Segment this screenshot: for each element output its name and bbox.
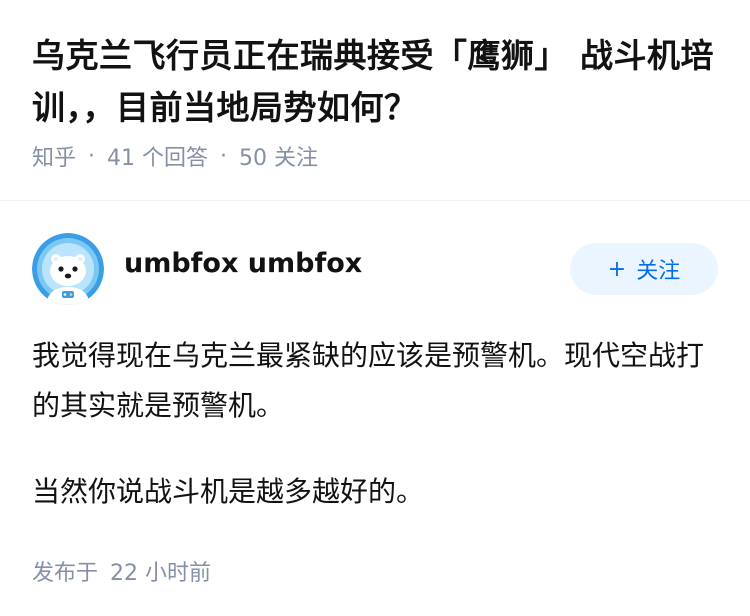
meta-separator: · [220,143,228,169]
answer-paragraph: 当然你说战斗机是越多越好的。 [32,475,425,508]
author-name[interactable]: umbfox umbfox [124,248,362,279]
follow-button[interactable]: + 关注 [570,243,718,295]
answer-content[interactable]: 我觉得现在乌克兰最紧缺的应该是预警机。现代空战打的其实就是预警机。 当然你说战斗… [32,331,718,517]
follow-count[interactable]: 50 关注 [239,140,318,172]
answer-count[interactable]: 41 个回答 [107,140,208,172]
divider [0,200,750,201]
question-header: 乌克兰飞行员正在瑞典接受「鹰狮」 战斗机培训，，目前当地局势如何？ 知乎 · 4… [0,0,750,172]
polar-bear-astronaut-avatar-icon[interactable] [32,233,104,305]
follow-button-label: 关注 [636,259,681,284]
source-label[interactable]: 知乎 [32,140,76,172]
author-row: umbfox umbfox + 关注 [32,233,718,305]
meta-separator: · [88,143,96,169]
question-title[interactable]: 乌克兰飞行员正在瑞典接受「鹰狮」 战斗机培训，，目前当地局势如何？ [32,30,718,134]
answer-paragraph: 我觉得现在乌克兰最紧缺的应该是预警机。现代空战打的其实就是预警机。 [32,339,705,422]
answer-card: umbfox umbfox + 关注 我觉得现在乌克兰最紧缺的应该是预警机。现代… [0,233,750,587]
publish-label: 发布于 [32,561,99,586]
avatar-image [32,233,104,305]
publish-time: 22 小时前 [110,561,212,586]
question-meta: 知乎 · 41 个回答 · 50 关注 [32,140,718,172]
plus-icon: + [607,256,627,282]
publish-info: 发布于 22 小时前 [32,555,718,587]
author-info: umbfox umbfox [32,233,362,305]
